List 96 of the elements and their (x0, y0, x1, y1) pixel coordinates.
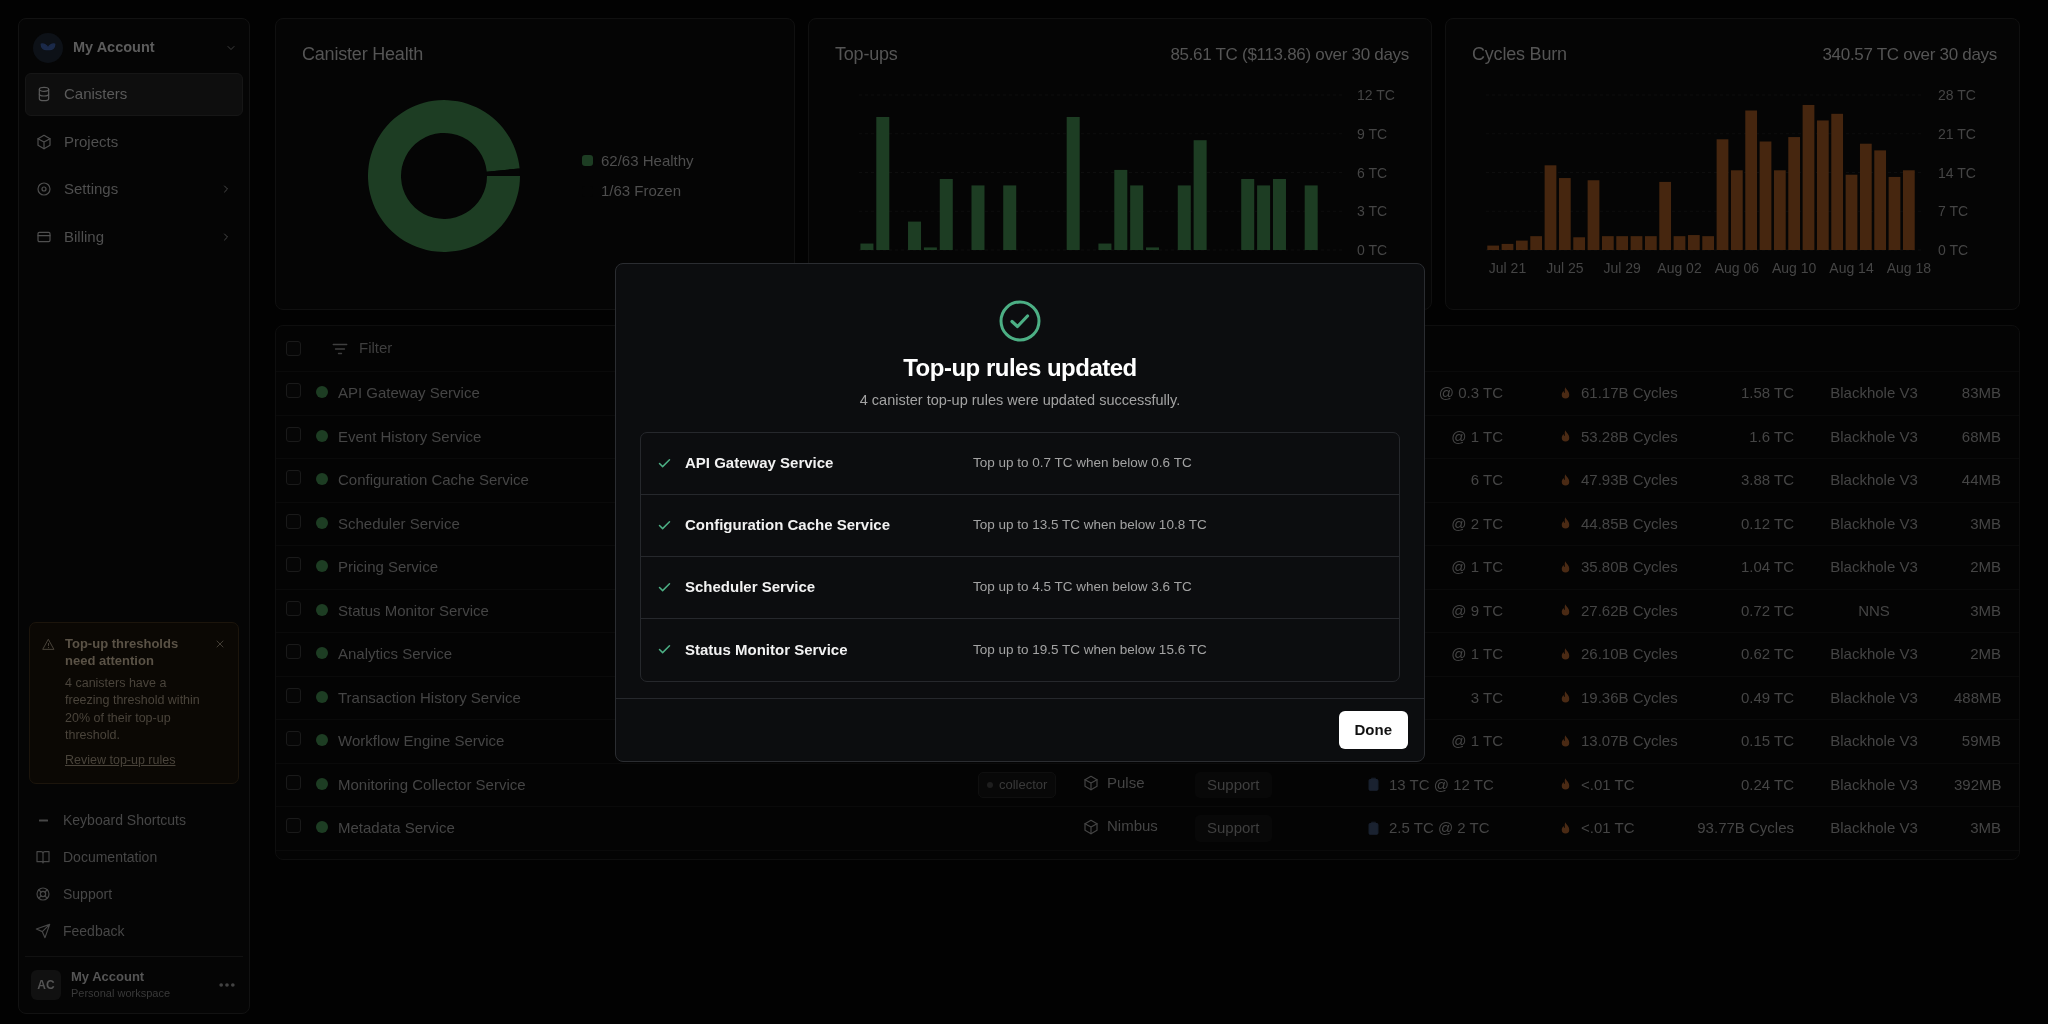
project-name: Pulse (1107, 772, 1145, 793)
axis-tick-label: Aug 18 (1886, 260, 1931, 276)
table-cell: Blackhole V3 (1830, 732, 1918, 749)
table-cell: Blackhole V3 (1830, 688, 1918, 706)
canister-name: Configuration Cache Service (685, 515, 892, 535)
cycles-burn: 26.10B Cycles (1581, 644, 1678, 664)
table-cell: 44MB (1961, 471, 2001, 488)
canister-name: Status Monitor Service (685, 639, 849, 660)
top-up-rule: @ 1 TC (1451, 558, 1503, 575)
rule-description: Top up to 0.7 TC when below 0.6 TC (973, 454, 1193, 473)
card-title: Cycles Burn (1472, 43, 1567, 66)
axis-tick-label: 28 TC (1938, 87, 1976, 103)
axis-tick-label: 6 TC (1357, 164, 1388, 181)
top-up-rule: 13 TC @ 12 TC (1389, 774, 1494, 795)
axis-tick-label: 0 TC (1938, 242, 1969, 258)
rule-description: Top up to 19.5 TC when below 15.6 TC (973, 640, 1208, 659)
top-up-rule: 3 TC (1470, 688, 1503, 706)
top-up-rule: @ 1 TC (1451, 732, 1503, 749)
axis-tick-label: 9 TC (1357, 125, 1388, 142)
table-cell: Blackhole V3 (1830, 427, 1918, 445)
axis-tick-label: Jul 25 (1546, 260, 1584, 276)
top-up-rule: @ 1 TC (1451, 427, 1503, 445)
chart-summary: 85.61 TC ($113.86) over 30 days (1170, 44, 1409, 66)
cycles-burn: 35.80B Cycles (1581, 557, 1678, 577)
cycles-burn: 61.17B Cycles (1581, 383, 1678, 403)
legend-label: 1/63 Frozen (601, 181, 682, 201)
table-cell: 68MB (1961, 427, 2001, 445)
axis-tick-label: Aug 10 (1772, 260, 1817, 276)
user-name: My Account (71, 968, 146, 985)
alert-title: Top-up thresholds need attention (65, 634, 180, 670)
axis-tick-label: 3 TC (1357, 203, 1388, 220)
canister-name: Scheduler Service (685, 577, 817, 597)
axis-tick-label: Aug 14 (1829, 260, 1874, 276)
table-cell: 3MB (1970, 601, 2001, 619)
table-cell: 2MB (1970, 645, 2001, 662)
table-cell: 1.58 TC (1740, 384, 1794, 401)
cycles-burn: 27.62B Cycles (1581, 600, 1678, 621)
top-up-rule: @ 0.3 TC (1438, 384, 1503, 401)
table-cell: 0.12 TC (1740, 514, 1794, 532)
table-cell: 3.88 TC (1740, 471, 1794, 488)
table-cell: 0.49 TC (1740, 688, 1794, 706)
table-cell: 3MB (1970, 819, 2001, 836)
axis-tick-label: 21 TC (1938, 125, 1976, 142)
top-up-rule: @ 9 TC (1451, 601, 1503, 619)
cycles-burn: <.01 TC (1581, 818, 1635, 838)
legend-label: 62/63 Healthy (601, 150, 694, 171)
table-cell: 488MB (1954, 688, 2002, 706)
table-cell: 392MB (1954, 775, 2002, 793)
dialog-title: Top-up rules updated (902, 353, 1138, 383)
table-cell: Blackhole V3 (1830, 558, 1918, 575)
table-cell: 0.72 TC (1740, 601, 1794, 619)
chart-summary: 340.57 TC over 30 days (1822, 44, 1997, 66)
axis-tick-label: Aug 02 (1657, 260, 1702, 276)
axis-tick-label: 14 TC (1938, 164, 1976, 181)
cycles-burn: 44.85B Cycles (1581, 513, 1678, 534)
cycles-burn: 47.93B Cycles (1581, 470, 1678, 490)
dialog-message: 4 canister top-up rules were updated successfully. (858, 391, 1182, 410)
top-up-rule: @ 2 TC (1451, 514, 1503, 532)
axis-tick-label: Jul 29 (1603, 260, 1641, 276)
table-cell: Blackhole V3 (1830, 514, 1918, 532)
table-cell: Blackhole V3 (1830, 775, 1918, 793)
cycles-burn: 19.36B Cycles (1581, 687, 1678, 708)
top-up-rule: @ 1 TC (1451, 645, 1503, 662)
alert-message: 4 canisters have a freezing threshold within 20% of their top-up threshold. (65, 674, 201, 745)
table-cell: Blackhole V3 (1830, 384, 1918, 401)
table-cell: 0.24 TC (1740, 775, 1794, 793)
cycles-burn: 13.07B Cycles (1581, 731, 1678, 751)
axis-tick-label: 12 TC (1357, 87, 1395, 103)
axis-tick-label: Jul 21 (1488, 260, 1527, 276)
table-cell: Blackhole V3 (1830, 819, 1918, 836)
table-cell: 2MB (1970, 558, 2001, 575)
cycles-burn: <.01 TC (1581, 774, 1635, 795)
table-cell: 0.62 TC (1740, 645, 1794, 662)
table-cell: 1.04 TC (1740, 558, 1794, 575)
cycles-burn: 53.28B Cycles (1581, 426, 1678, 447)
table-cell: 3MB (1970, 514, 2001, 532)
card-title: Top-ups (835, 43, 898, 66)
top-up-rule: 2.5 TC @ 2 TC (1389, 818, 1490, 838)
table-cell: 1.6 TC (1749, 427, 1794, 445)
project-name: Nimbus (1107, 816, 1158, 837)
axis-tick-label: Aug 06 (1714, 260, 1759, 276)
rule-description: Top up to 13.5 TC when below 10.8 TC (973, 516, 1208, 535)
table-cell: 93.77B Cycles (1697, 819, 1794, 836)
axis-tick-label: 0 TC (1357, 242, 1388, 258)
top-up-rule: 6 TC (1470, 471, 1503, 488)
table-cell: 0.15 TC (1740, 732, 1794, 749)
rule-description: Top up to 4.5 TC when below 3.6 TC (973, 578, 1193, 597)
table-cell: 83MB (1961, 384, 2001, 401)
table-cell: Blackhole V3 (1830, 645, 1918, 662)
axis-tick-label: 7 TC (1938, 203, 1969, 220)
card-title: Canister Health (302, 43, 425, 66)
table-cell: Blackhole V3 (1830, 471, 1918, 488)
table-cell: NNS (1858, 601, 1890, 619)
user-avatar: AC (31, 969, 61, 1000)
table-cell: 59MB (1961, 732, 2001, 749)
canister-name: API Gateway Service (685, 453, 835, 473)
